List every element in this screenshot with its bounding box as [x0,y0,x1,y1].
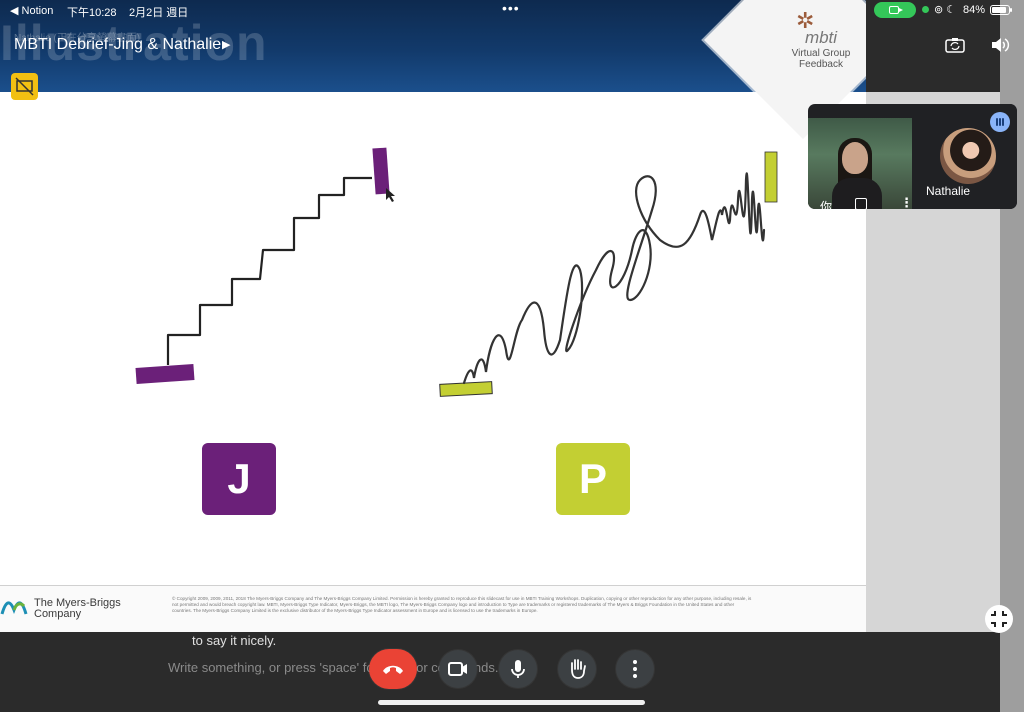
meeting-details-caret-icon[interactable]: ▶ [222,38,230,51]
raise-hand-icon [571,659,586,679]
phone-hangup-icon [383,665,403,674]
microphone-icon [511,660,525,678]
slide-drawings [135,147,778,397]
exit-fullscreen-button[interactable] [985,605,1013,633]
self-label: 你 [820,200,833,209]
copyright-text: © Copyright 2009, 2009, 2011, 2018 The M… [172,596,752,613]
back-to-app-link[interactable]: ◀ Notion [10,4,53,17]
staircase-drawing [135,147,395,385]
presentation-mode-icon[interactable] [11,73,38,100]
participant-name: Nathalie [926,184,971,198]
camera-in-use-indicator[interactable] [874,2,916,18]
raise-hand-button[interactable] [558,650,596,688]
home-indicator[interactable] [378,700,645,705]
status-date: 2月2日 週日 [129,7,189,19]
battery-percentage: 84% [963,4,986,16]
myers-briggs-logo-icon [0,601,28,615]
speaker-icon[interactable] [990,36,1010,54]
slide-footer: The Myers-Briggs Company © Copyright 200… [0,585,866,632]
microphone-toggle-button[interactable] [499,650,537,688]
myers-briggs-line2: Company [34,608,82,620]
self-video-tile[interactable]: 你 ⋮ [808,118,913,209]
status-time: 下午10:28 [67,7,117,19]
battery-icon [990,5,1012,15]
video-camera-icon [889,6,903,14]
more-options-button[interactable] [616,650,654,688]
meeting-title[interactable]: MBTI Debrief-Jing & Nathalie [14,36,221,54]
video-camera-icon [448,662,467,676]
camera-active-dot-icon [922,6,929,13]
squiggle-drawing [439,151,778,397]
multitask-dots-icon[interactable]: ••• [502,0,520,16]
myers-briggs-logo-text: The Myers-Briggs Company [34,598,121,620]
j-letter-box: J [202,443,276,515]
participants-panel: 你 ⋮ Nathalie [808,104,1017,209]
collapse-icon [991,611,1007,627]
switch-camera-icon[interactable] [945,37,965,53]
self-view-toggle-icon[interactable] [855,198,867,209]
camera-toggle-button[interactable] [439,650,477,688]
more-vertical-icon [633,660,637,678]
self-face [842,142,868,174]
p-letter-box: P [556,443,630,515]
status-bar: ◀ Notion 下午10:28 2月2日 週日 ••• ⊚ ☾ 84% [0,0,1024,20]
end-call-button[interactable] [369,649,417,689]
presentation-slide: Illustration ✲ mbti Virtual Group Feedba… [0,0,866,632]
status-icons: ⊚ ☾ [934,4,957,16]
nathalie-avatar [940,128,996,184]
speaking-indicator-icon [990,112,1010,132]
